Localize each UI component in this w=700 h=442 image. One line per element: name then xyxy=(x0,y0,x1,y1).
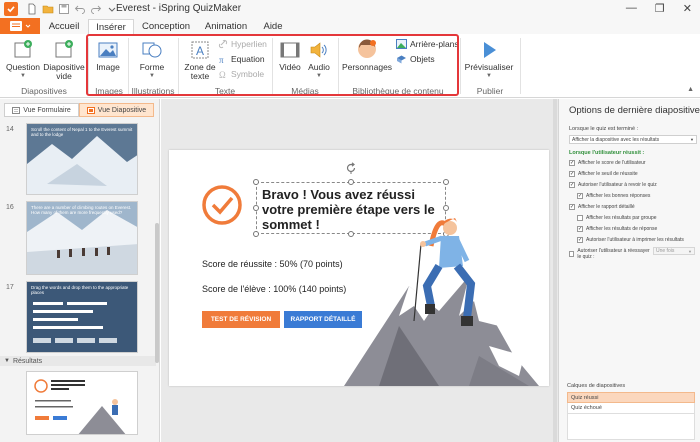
maximize-icon[interactable]: ❐ xyxy=(655,2,665,15)
chevron-down-icon: ▼ xyxy=(690,137,694,142)
user-score-text: Score de l'élève : 100% (140 points) xyxy=(202,284,347,294)
retry-count-select[interactable]: Une fois ▼ xyxy=(653,247,695,255)
preview-button[interactable]: Prévisualiser ▼ xyxy=(464,38,514,81)
on-pass-label: Lorsque l'utilisateur réussit : xyxy=(569,150,645,156)
checkbox[interactable]: ✓ xyxy=(577,193,583,199)
option-show-passing-score[interactable]: ✓ Afficher le seuil de réussite xyxy=(569,171,638,177)
passing-score-text: Score de réussite : 50% (70 points) xyxy=(202,259,343,269)
slide-view-tab[interactable]: Vue Diapositive xyxy=(79,103,154,117)
option-allow-review[interactable]: ✓ Autoriser l'utilisateur à revoir le qui… xyxy=(569,182,657,188)
open-folder-icon[interactable] xyxy=(42,3,54,15)
collapse-ribbon-icon[interactable]: ▲ xyxy=(687,86,694,93)
resize-handle[interactable] xyxy=(253,231,259,237)
resize-handle[interactable] xyxy=(443,179,449,185)
option-show-correct-answers[interactable]: ✓ Afficher les bonnes réponses xyxy=(577,193,650,199)
question-slide-icon xyxy=(14,40,32,58)
separator xyxy=(520,38,521,94)
tab-inserer[interactable]: Insérer xyxy=(88,19,134,34)
slide-layers-list: Quiz réussi Quiz échoué xyxy=(567,392,695,440)
checkbox[interactable]: ✓ xyxy=(569,182,575,188)
highlight-frame xyxy=(86,34,459,96)
slide-number: 14 xyxy=(6,126,14,133)
option-show-score[interactable]: ✓ Afficher le score de l'utilisateur xyxy=(569,160,646,166)
layer-quiz-passed[interactable]: Quiz réussi xyxy=(567,392,695,403)
title-bar: Everest - iSpring QuizMaker — ❐ ✕ xyxy=(0,0,700,18)
slide-list-panel: Vue Formulaire Vue Diapositive 14 Scroll… xyxy=(0,99,160,442)
resize-handle[interactable] xyxy=(253,205,259,211)
scrollbar[interactable] xyxy=(155,223,159,363)
checkbox[interactable]: ✓ xyxy=(577,237,583,243)
group-diapositives-label: Diapositives xyxy=(21,86,67,96)
ribbon-tabs: Accueil Insérer Conception Animation Aid… xyxy=(0,18,700,34)
slide-options-panel: Options de dernière diapositive Lorsque … xyxy=(558,99,700,442)
new-file-icon[interactable] xyxy=(26,3,38,15)
results-slide[interactable]: Bravo ! Vous avez réussi votre première … xyxy=(169,150,549,386)
checkmark-circle-icon xyxy=(202,185,242,225)
slide-thumbnail[interactable]: Drag the words and drop them to the appr… xyxy=(26,281,138,353)
tab-accueil[interactable]: Accueil xyxy=(44,19,84,34)
view-switcher: Vue Formulaire Vue Diapositive xyxy=(4,103,154,117)
file-menu-button[interactable] xyxy=(0,18,40,34)
checkbox[interactable]: ✓ xyxy=(569,160,575,166)
group-publier-label: Publier xyxy=(476,86,504,96)
play-icon xyxy=(484,42,496,58)
window-controls: — ❐ ✕ xyxy=(626,2,692,15)
option-show-detailed-report[interactable]: ✓ Afficher le rapport détaillé xyxy=(569,204,635,210)
after-quiz-select[interactable]: Afficher la diapositive avec les résulta… xyxy=(569,135,697,144)
form-view-tab[interactable]: Vue Formulaire xyxy=(4,103,79,117)
option-answer-results[interactable]: ✓ Afficher les résultats de réponse xyxy=(577,226,657,232)
section-header-resultats[interactable]: ▼ Résultats xyxy=(0,356,156,366)
checkbox[interactable] xyxy=(569,251,575,257)
menu-icon xyxy=(9,21,22,31)
form-view-icon xyxy=(12,106,21,114)
review-quiz-button[interactable]: TEST DE RÉVISION xyxy=(202,311,280,328)
close-icon[interactable]: ✕ xyxy=(683,2,692,15)
window-title: Everest - iSpring QuizMaker xyxy=(116,3,242,14)
checkbox[interactable]: ✓ xyxy=(569,204,575,210)
undo-icon[interactable] xyxy=(74,3,86,15)
slide-view-icon xyxy=(86,106,95,114)
slide-canvas: Bravo ! Vous avez réussi votre première … xyxy=(161,99,558,442)
checkbox[interactable]: ✓ xyxy=(569,171,575,177)
tab-conception[interactable]: Conception xyxy=(138,19,194,34)
slide-number: 17 xyxy=(6,284,14,291)
blank-slide-button[interactable]: Diapositive vide xyxy=(43,38,85,81)
slide-thumbnail[interactable]: Scroll the content of Nepal 1 to the Eve… xyxy=(26,123,138,195)
redo-icon[interactable] xyxy=(90,3,102,15)
results-slide-preview xyxy=(27,372,137,434)
checkbox[interactable] xyxy=(577,215,583,221)
results-slide-thumbnail[interactable] xyxy=(26,371,138,435)
blank-slide-icon xyxy=(55,40,73,58)
resize-handle[interactable] xyxy=(253,179,259,185)
mountain-climber-illustration xyxy=(344,218,539,386)
resize-handle[interactable] xyxy=(348,179,354,185)
quiz-finished-label: Lorsque le quiz est terminé : xyxy=(569,126,639,132)
quick-access-toolbar xyxy=(26,3,118,15)
option-print-results[interactable]: ✓ Autoriser l'utilisateur à imprimer les … xyxy=(577,237,684,243)
app-logo-icon xyxy=(4,2,18,16)
panel-title: Options de dernière diapositive xyxy=(569,105,700,116)
tab-aide[interactable]: Aide xyxy=(258,19,288,34)
question-button[interactable]: Question ▼ xyxy=(4,38,42,81)
chevron-down-icon: ▼ xyxy=(688,248,692,254)
chevron-down-icon xyxy=(25,24,30,28)
checkbox[interactable]: ✓ xyxy=(577,226,583,232)
scrollbar[interactable] xyxy=(553,99,557,442)
save-icon[interactable] xyxy=(58,3,70,15)
tab-animation[interactable]: Animation xyxy=(200,19,252,34)
separator xyxy=(460,38,461,94)
option-results-by-group[interactable]: Afficher les résultats par groupe xyxy=(577,215,657,221)
slide-thumbnail[interactable]: There are a number of climbing routes on… xyxy=(26,201,138,275)
layer-quiz-failed[interactable]: Quiz échoué xyxy=(567,403,695,414)
rotate-icon[interactable] xyxy=(345,162,357,174)
chevron-down-icon: ▼ xyxy=(4,358,10,364)
minimize-icon[interactable]: — xyxy=(626,2,637,15)
option-allow-retry[interactable]: Autoriser l'utilisateur à réessayer le q… xyxy=(569,248,653,260)
slide-layers-label: Calques de diapositives xyxy=(567,383,626,389)
layers-empty-area xyxy=(567,414,695,440)
slide-number: 16 xyxy=(6,204,14,211)
